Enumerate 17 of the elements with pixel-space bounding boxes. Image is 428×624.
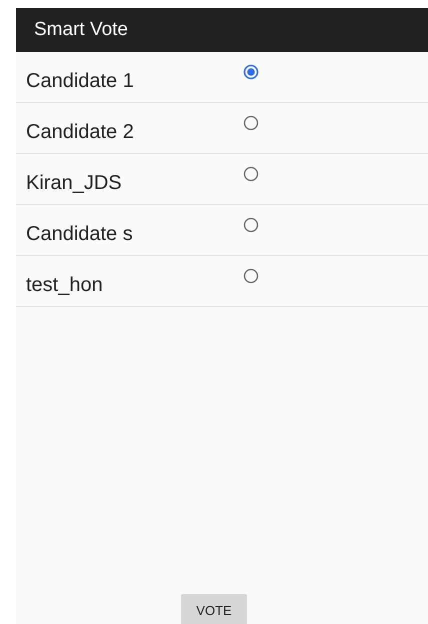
candidate-name: Candidate 2 [25, 120, 135, 144]
candidate-row[interactable]: Candidate s [16, 205, 428, 256]
candidate-name: Candidate 1 [25, 68, 135, 92]
radio-button[interactable] [243, 115, 259, 131]
candidate-name: Candidate s [25, 222, 134, 246]
candidate-name: Kiran_JDS [25, 170, 123, 194]
candidate-row[interactable]: test_hon [16, 256, 428, 307]
candidate-name: test_hon [25, 272, 104, 296]
candidate-row[interactable]: Kiran_JDS [16, 154, 428, 205]
vote-button[interactable]: VOTE [181, 594, 247, 624]
radio-button[interactable] [243, 64, 259, 80]
radio-button[interactable] [243, 268, 259, 284]
radio-button[interactable] [243, 166, 259, 182]
candidate-row[interactable]: Candidate 2 [16, 103, 428, 154]
candidate-row[interactable]: Candidate 1 [16, 52, 428, 103]
app-title: Smart Vote [34, 19, 128, 41]
radio-button[interactable] [243, 217, 259, 233]
